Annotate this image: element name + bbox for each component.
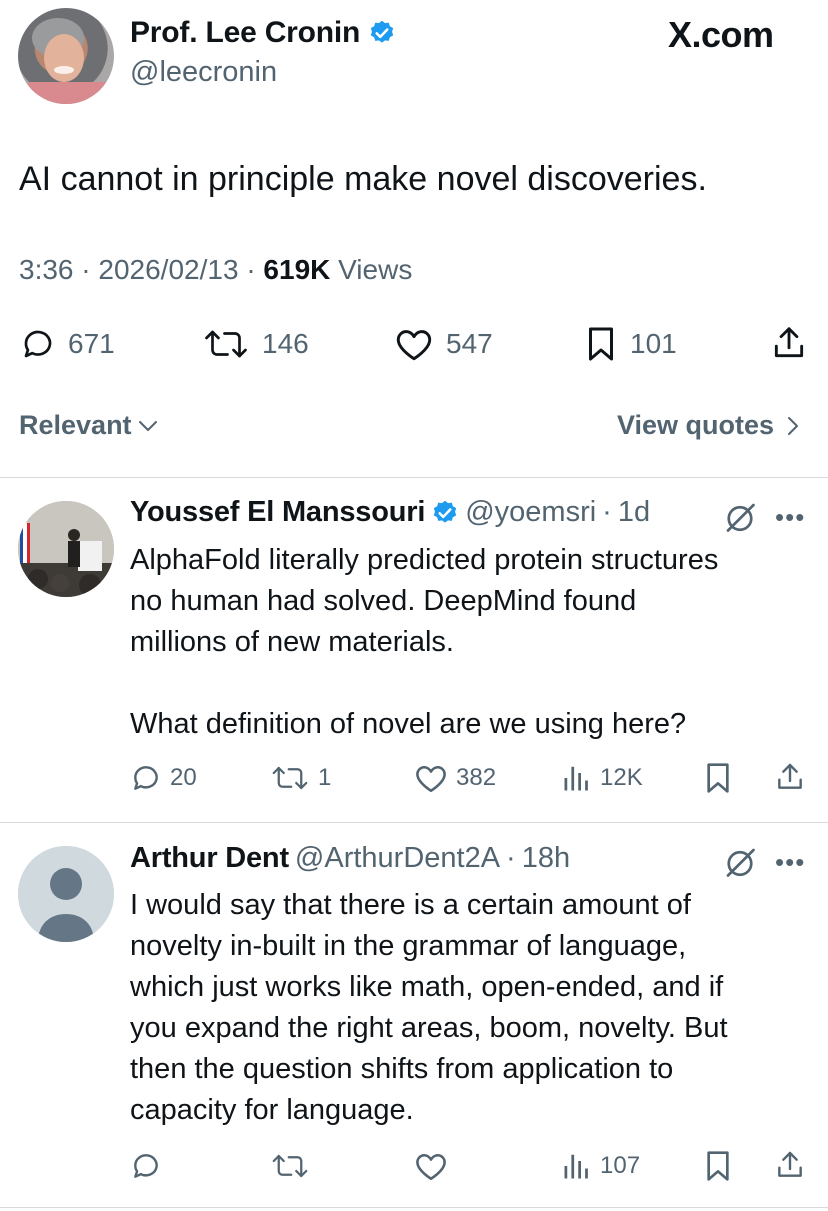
like-icon [414,762,448,794]
bookmark-count: 101 [630,328,677,359]
repost-button[interactable]: 1 [270,762,331,794]
tweet-action-bar: 671 146 547 101 [0,320,828,370]
verified-badge-icon [368,19,396,47]
reply-header: Youssef El Manssouri @yoemsri · 1d [130,496,651,529]
more-icon[interactable]: ••• [775,847,805,878]
reply-avatar[interactable] [18,501,114,597]
views-count: 107 [600,1152,641,1179]
bookmark-button[interactable] [704,1150,732,1182]
tweet-meta: 3:36 · 2026/02/13 · 619K Views [19,254,413,285]
grok-icon[interactable] [722,844,758,880]
like-count: 382 [456,764,497,791]
author-name[interactable]: Prof. Lee Cronin [130,16,396,50]
repost-icon [270,762,310,794]
chevron-down-icon [136,414,160,438]
grok-icon[interactable] [722,499,758,535]
reply-icon [20,326,56,362]
like-icon [394,326,434,362]
reply-time[interactable]: 1d [618,496,650,529]
reply-icon [130,1150,162,1182]
bookmark-icon [584,326,618,362]
share-button[interactable] [774,1148,806,1182]
chevron-right-icon [784,414,802,438]
reply-author-handle[interactable]: @yoemsri [465,496,596,529]
reply-author-name[interactable]: Arthur Dent [130,842,289,875]
view-quotes-label: View quotes [616,410,774,440]
tweet-date[interactable]: 2026/02/13 [98,254,238,285]
divider [0,822,828,823]
reply-button[interactable]: 671 [20,326,115,362]
reply-header: Arthur Dent @ArthurDent2A · 18h [130,842,571,875]
author-handle[interactable]: @leecronin [130,56,277,89]
reply-text: I would say that there is a certain amou… [130,889,728,1126]
bookmark-button[interactable]: 101 [584,326,677,362]
reply-count: 671 [68,328,115,359]
reply-time[interactable]: 18h [522,842,570,875]
verified-badge-icon [431,499,459,527]
share-button[interactable] [774,760,806,794]
like-button[interactable] [414,1150,448,1182]
more-icon[interactable]: ••• [775,502,805,533]
reply-sort-dropdown[interactable]: Relevant [19,410,160,441]
reply-button[interactable] [130,1150,162,1182]
sort-label: Relevant [19,410,132,440]
divider [0,477,828,478]
reply-count: 20 [170,764,197,791]
reply-author-handle[interactable]: @ArthurDent2A [295,842,500,875]
like-icon [414,1150,448,1182]
share-icon [774,760,806,794]
views-count: 12K [600,764,643,791]
reply-action-bar: 20 1 382 12K [0,758,828,798]
like-button[interactable]: 547 [394,326,493,362]
repost-button[interactable] [270,1150,310,1182]
bookmark-button[interactable] [704,762,732,794]
like-count: 547 [446,328,493,359]
share-icon [774,1148,806,1182]
share-button[interactable] [770,324,808,362]
reply-icon [130,762,162,794]
views-icon [562,1150,592,1182]
reply-avatar[interactable] [18,846,114,942]
tweet-text: AI cannot in principle make novel discov… [19,160,707,198]
repost-button[interactable]: 146 [202,326,309,362]
tweet-time[interactable]: 3:36 [19,254,74,285]
views-button[interactable]: 12K [562,762,643,794]
bookmark-icon [704,762,732,794]
reply-button[interactable]: 20 [130,762,197,794]
author-avatar[interactable] [18,8,114,104]
views-label: Views [338,254,413,285]
site-watermark: X.com [668,14,774,55]
views-icon [562,762,592,794]
reply-author-name[interactable]: Youssef El Manssouri [130,496,425,529]
repost-icon [202,326,250,362]
reply-text: AlphaFold literally predicted protein st… [130,544,719,740]
bookmark-icon [704,1150,732,1182]
author-name-text[interactable]: Prof. Lee Cronin [130,16,360,50]
like-button[interactable]: 382 [414,762,496,794]
view-quotes-link[interactable]: View quotes [617,410,802,441]
repost-icon [270,1150,310,1182]
views-count: 619K [263,254,331,285]
views-button[interactable]: 107 [562,1150,640,1182]
repost-count: 1 [318,764,332,791]
repost-count: 146 [262,328,309,359]
divider [0,1207,828,1208]
share-icon [770,324,808,362]
reply-action-bar: 107 [0,1146,828,1186]
